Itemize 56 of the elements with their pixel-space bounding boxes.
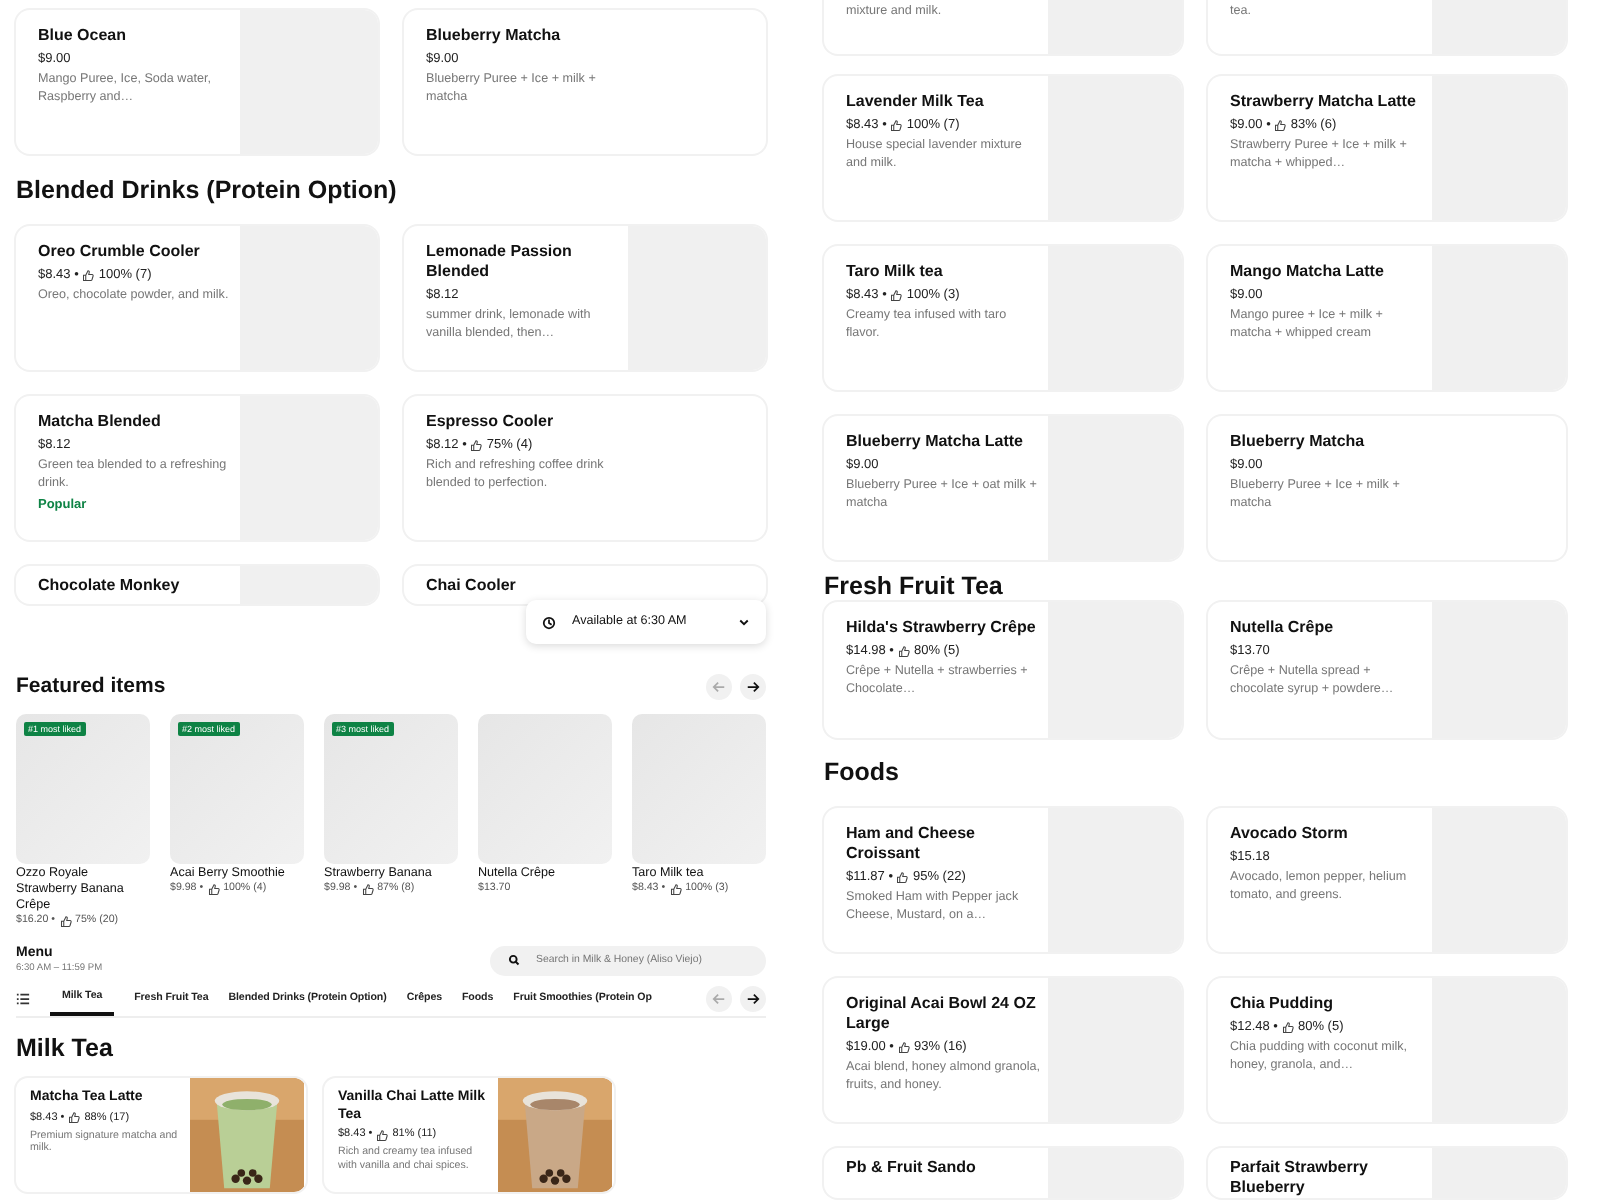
item-name: Mango Matcha Latte bbox=[1230, 262, 1386, 282]
item-name: Pb & Fruit Sando bbox=[846, 1158, 978, 1178]
item-name: Blueberry Matcha bbox=[426, 26, 563, 46]
item-name: Blueberry Matcha Latte bbox=[846, 432, 1025, 452]
arrow-right-icon bbox=[746, 992, 760, 1006]
thumbs-up-icon bbox=[896, 871, 909, 883]
item-name: Blue Ocean bbox=[38, 26, 129, 46]
item-name: Original Acai Bowl 24 OZ Large bbox=[846, 994, 1038, 1034]
item-name: Chocolate Monkey bbox=[38, 576, 182, 596]
item-name: Chia Pudding bbox=[1230, 994, 1336, 1014]
section-heading: Featured items bbox=[16, 672, 166, 702]
thumbs-up-icon bbox=[361, 883, 374, 896]
next-button[interactable] bbox=[740, 986, 766, 1012]
item-name: Parfait Strawberry Blueberry bbox=[1230, 1158, 1370, 1198]
thumbs-up-icon bbox=[890, 119, 903, 131]
item-name: Strawberry Matcha Latte bbox=[1230, 92, 1418, 112]
item-card[interactable]: Chai Cooler bbox=[404, 566, 766, 604]
thumbs-up-icon bbox=[470, 439, 483, 451]
section-heading: Fresh Fruit Tea bbox=[824, 572, 1003, 602]
item-name: Avocado Storm bbox=[1230, 824, 1350, 844]
thumbs-up-icon bbox=[59, 915, 72, 928]
item-name: Oreo Crumble Cooler bbox=[38, 242, 202, 262]
item-name: Taro Milk tea bbox=[846, 262, 945, 282]
search-icon bbox=[508, 954, 520, 966]
item-name: Hilda's Strawberry Crêpe bbox=[846, 618, 1038, 638]
arrow-left-icon bbox=[712, 680, 726, 694]
thumbs-up-icon bbox=[1281, 1021, 1294, 1033]
thumbs-up-icon bbox=[376, 1129, 389, 1141]
thumbs-up-icon bbox=[669, 883, 682, 896]
clock-icon bbox=[542, 615, 556, 629]
thumbs-up-icon bbox=[207, 883, 220, 896]
item-card[interactable]: Pb & Fruit Sando bbox=[824, 1148, 1182, 1198]
chevron-down-icon bbox=[738, 616, 750, 628]
thumbs-up-icon bbox=[890, 289, 903, 301]
arrow-left-icon bbox=[712, 992, 726, 1006]
item-card[interactable]: Parfait Strawberry Blueberry bbox=[1208, 1148, 1566, 1198]
item-name: Lavender Milk Tea bbox=[846, 92, 986, 112]
item-name: Chai Cooler bbox=[426, 576, 518, 596]
item-card[interactable]: Chocolate Monkey bbox=[16, 566, 378, 604]
thumbs-up-icon bbox=[897, 1041, 910, 1053]
section-heading: Blended Drinks (Protein Option) bbox=[16, 175, 397, 205]
item-name: Espresso Cooler bbox=[426, 412, 556, 432]
item-name: Blueberry Matcha bbox=[1230, 432, 1367, 452]
thumbs-up-icon bbox=[1274, 119, 1287, 131]
thumbs-up-icon bbox=[897, 645, 910, 657]
section-heading: Foods bbox=[824, 758, 899, 788]
item-name: Nutella Crêpe bbox=[1230, 618, 1336, 638]
next-button[interactable] bbox=[740, 674, 766, 700]
thumbs-up-icon bbox=[82, 269, 95, 281]
section-heading: Milk Tea bbox=[16, 1033, 113, 1063]
thumbs-up-icon bbox=[68, 1112, 81, 1124]
list-icon bbox=[16, 992, 30, 1006]
item-name: Matcha Blended bbox=[38, 412, 163, 432]
arrow-right-icon bbox=[746, 680, 760, 694]
item-name: Ham and Cheese Croissant bbox=[846, 824, 977, 864]
item-name: Lemonade Passion Blended bbox=[426, 242, 574, 282]
